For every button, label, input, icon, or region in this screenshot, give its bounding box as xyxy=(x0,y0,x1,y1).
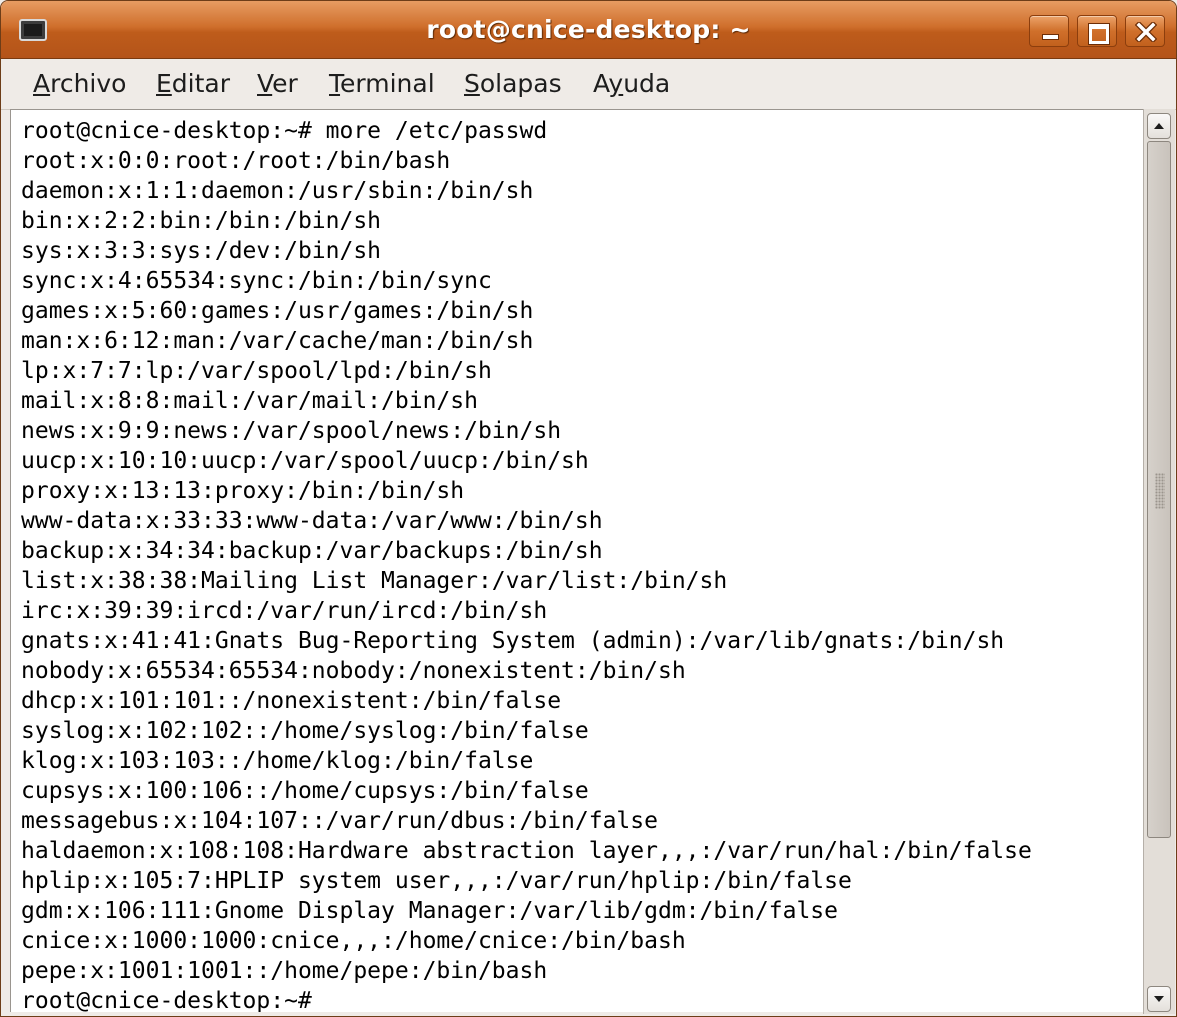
terminal-window: root@cnice-desktop: ~ Archivo Editar Ver… xyxy=(0,0,1177,1017)
terminal-line: gnats:x:41:41:Gnats Bug-Reporting System… xyxy=(21,628,1005,654)
menu-archivo-mnemonic: A xyxy=(33,69,51,98)
terminal-line: sys:x:3:3:sys:/dev:/bin/sh xyxy=(21,238,382,264)
scroll-grip-icon xyxy=(1155,473,1165,509)
terminal-line: proxy:x:13:13:proxy:/bin:/bin/sh xyxy=(21,478,465,504)
maximize-icon xyxy=(1078,16,1116,46)
terminal-line: sync:x:4:65534:sync:/bin:/bin/sync xyxy=(21,268,492,294)
terminal-line: dhcp:x:101:101::/nonexistent:/bin/false xyxy=(21,688,562,714)
terminal-line: mail:x:8:8:mail:/var/mail:/bin/sh xyxy=(21,388,478,414)
close-icon xyxy=(1126,16,1164,46)
menu-ayuda-mnemonic: y xyxy=(608,69,624,98)
terminal-line: pepe:x:1001:1001::/home/pepe:/bin/bash xyxy=(21,958,548,984)
terminal-line: root@cnice-desktop:~# more /etc/passwd xyxy=(21,118,548,144)
terminal-line: uucp:x:10:10:uucp:/var/spool/uucp:/bin/s… xyxy=(21,448,589,474)
maximize-button[interactable] xyxy=(1077,15,1117,47)
terminal-line: root:x:0:0:root:/root:/bin/bash xyxy=(21,148,451,174)
terminal-line: backup:x:34:34:backup:/var/backups:/bin/… xyxy=(21,538,603,564)
scroll-thumb[interactable] xyxy=(1147,141,1171,838)
terminal-line: bin:x:2:2:bin:/bin:/bin/sh xyxy=(21,208,382,234)
scroll-up-button[interactable] xyxy=(1147,113,1171,139)
terminal-prompt-line: root@cnice-desktop:~# xyxy=(21,986,1032,1012)
menu-ver-mnemonic: V xyxy=(257,69,273,98)
menu-ver-label: er xyxy=(272,69,298,98)
terminal-line: cupsys:x:100:106::/home/cupsys:/bin/fals… xyxy=(21,778,589,804)
terminal-line: nobody:x:65534:65534:nobody:/nonexistent… xyxy=(21,658,686,684)
terminal-line: man:x:6:12:man:/var/cache/man:/bin/sh xyxy=(21,328,534,354)
terminal-line: cnice:x:1000:1000:cnice,,,:/home/cnice:/… xyxy=(21,928,686,954)
menu-terminal-label: erminal xyxy=(340,69,435,98)
arrow-down-icon xyxy=(1154,996,1164,1002)
terminal-lines: root@cnice-desktop:~# more /etc/passwd r… xyxy=(21,116,1032,1012)
terminal-line: news:x:9:9:news:/var/spool/news:/bin/sh xyxy=(21,418,562,444)
menu-solapas-mnemonic: S xyxy=(464,69,480,98)
close-button[interactable] xyxy=(1125,15,1165,47)
terminal-line: daemon:x:1:1:daemon:/usr/sbin:/bin/sh xyxy=(21,178,534,204)
terminal-output[interactable]: root@cnice-desktop:~# more /etc/passwd r… xyxy=(10,109,1144,1012)
terminal-line: irc:x:39:39:ircd:/var/run/ircd:/bin/sh xyxy=(21,598,548,624)
menu-terminal[interactable]: Terminal xyxy=(329,69,435,98)
terminal-line: list:x:38:38:Mailing List Manager:/var/l… xyxy=(21,568,728,594)
terminal-line: hplip:x:105:7:HPLIP system user,,,:/var/… xyxy=(21,868,852,894)
menu-archivo[interactable]: Archivo xyxy=(33,69,126,98)
menu-editar-mnemonic: E xyxy=(156,69,172,98)
minimize-icon xyxy=(1030,16,1068,46)
terminal-line: lp:x:7:7:lp:/var/spool/lpd:/bin/sh xyxy=(21,358,492,384)
terminal-line: haldaemon:x:108:108:Hardware abstraction… xyxy=(21,838,1032,864)
terminal-line: klog:x:103:103::/home/klog:/bin/false xyxy=(21,748,534,774)
menu-editar-label: ditar xyxy=(171,69,231,98)
terminal-line: syslog:x:102:102::/home/syslog:/bin/fals… xyxy=(21,718,589,744)
menu-ver[interactable]: Ver xyxy=(257,69,298,98)
menu-terminal-mnemonic: T xyxy=(329,69,341,98)
scroll-down-button[interactable] xyxy=(1147,986,1171,1012)
menu-bar: Archivo Editar Ver Terminal Solapas Ayud… xyxy=(1,59,1176,110)
menu-ayuda[interactable]: Ayuda xyxy=(593,69,670,98)
window-title: root@cnice-desktop: ~ xyxy=(426,15,751,44)
title-bar[interactable]: root@cnice-desktop: ~ xyxy=(1,1,1176,59)
scroll-trough[interactable] xyxy=(1147,141,1171,981)
terminal-line: gdm:x:106:111:Gnome Display Manager:/var… xyxy=(21,898,838,924)
menu-solapas-label: olapas xyxy=(479,69,562,98)
vertical-scrollbar[interactable] xyxy=(1143,109,1175,1014)
menu-ayuda-label: uda xyxy=(623,69,671,98)
terminal-line: www-data:x:33:33:www-data:/var/www:/bin/… xyxy=(21,508,603,534)
menu-editar[interactable]: Editar xyxy=(156,69,230,98)
terminal-line: messagebus:x:104:107::/var/run/dbus:/bin… xyxy=(21,808,658,834)
menu-ayuda-label-start: A xyxy=(593,69,609,98)
terminal-line: games:x:5:60:games:/usr/games:/bin/sh xyxy=(21,298,534,324)
menu-archivo-label: rchivo xyxy=(50,69,127,98)
terminal-prompt: root@cnice-desktop:~# xyxy=(21,988,312,1012)
arrow-up-icon xyxy=(1154,123,1164,129)
minimize-button[interactable] xyxy=(1029,15,1069,47)
menu-solapas[interactable]: Solapas xyxy=(464,69,562,98)
